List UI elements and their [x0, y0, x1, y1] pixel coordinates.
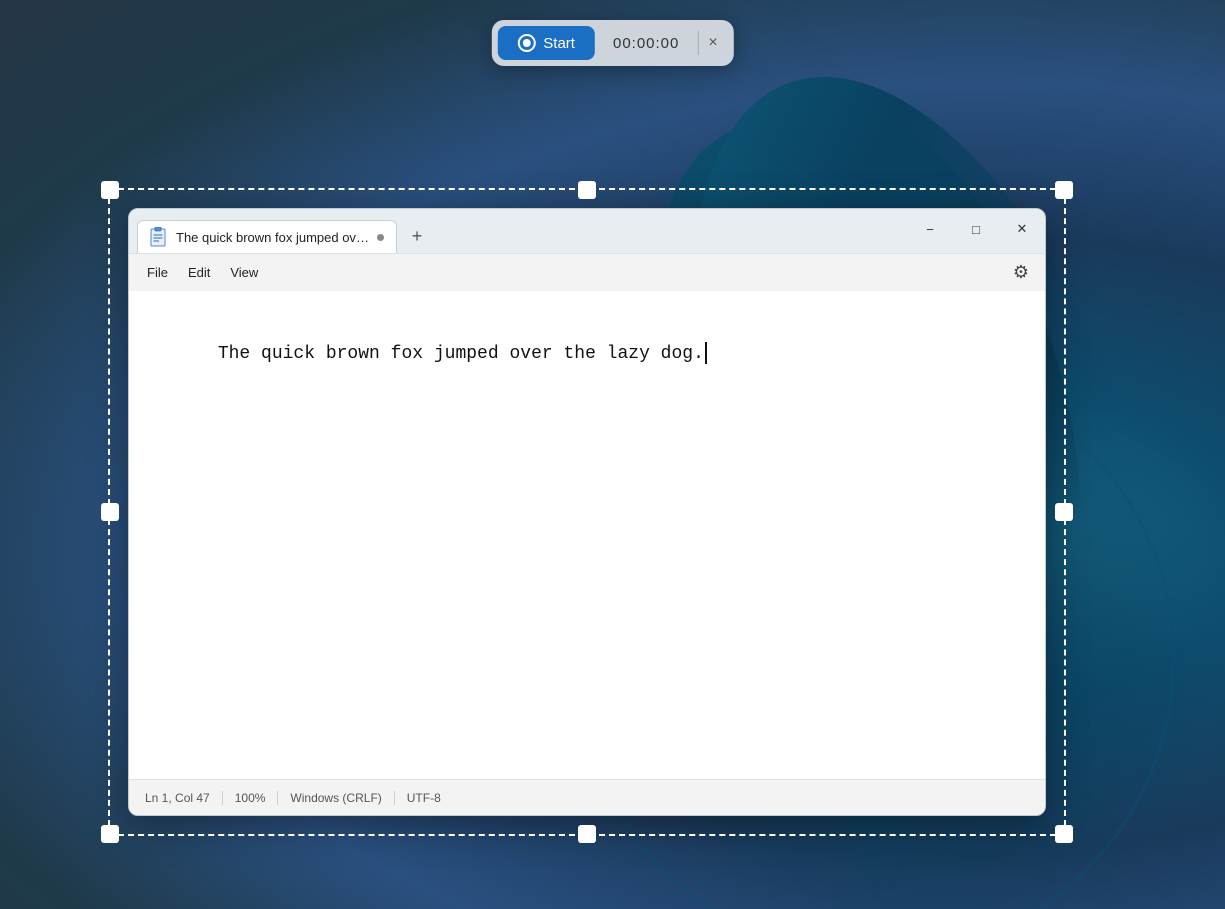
editor-text: The quick brown fox jumped over the lazy…: [218, 344, 704, 364]
tab-title: The quick brown fox jumped over t: [176, 230, 369, 245]
text-cursor: [705, 342, 707, 364]
menu-bar: File Edit View ⚙: [129, 253, 1045, 291]
maximize-button[interactable]: □: [953, 213, 999, 245]
zoom-level: 100%: [223, 791, 279, 805]
notepad-tab[interactable]: The quick brown fox jumped over t: [137, 220, 397, 253]
tab-area: The quick brown fox jumped over t +: [129, 209, 907, 253]
notepad-window: The quick brown fox jumped over t + − □ …: [128, 208, 1046, 816]
line-ending: Windows (CRLF): [278, 791, 394, 805]
editor-content[interactable]: The quick brown fox jumped over the lazy…: [153, 311, 1021, 397]
record-dot: [522, 39, 530, 47]
unsaved-dot: [377, 234, 384, 241]
recording-toolbar: Start 00:00:00 ×: [491, 20, 733, 66]
cursor-position: Ln 1, Col 47: [145, 791, 223, 805]
minimize-icon: −: [926, 222, 934, 237]
start-label: Start: [543, 35, 575, 52]
encoding: UTF-8: [395, 791, 453, 805]
minimize-button[interactable]: −: [907, 213, 953, 245]
start-button[interactable]: Start: [497, 26, 595, 60]
menu-file[interactable]: File: [137, 261, 178, 284]
status-bar: Ln 1, Col 47 100% Windows (CRLF) UTF-8: [129, 779, 1045, 815]
menu-view[interactable]: View: [220, 261, 268, 284]
new-tab-button[interactable]: +: [401, 220, 433, 252]
settings-button[interactable]: ⚙: [1005, 258, 1037, 287]
maximize-icon: □: [972, 222, 980, 237]
close-toolbar-button[interactable]: ×: [698, 28, 727, 58]
title-bar: The quick brown fox jumped over t + − □ …: [129, 209, 1045, 253]
record-icon: [517, 34, 535, 52]
editor-area[interactable]: The quick brown fox jumped over the lazy…: [129, 291, 1045, 779]
title-bar-top: The quick brown fox jumped over t + − □ …: [129, 209, 1045, 253]
gear-icon: ⚙: [1013, 262, 1029, 282]
close-button[interactable]: ✕: [999, 213, 1045, 245]
menu-edit[interactable]: Edit: [178, 261, 220, 284]
notepad-app-icon: [150, 227, 168, 247]
window-controls: − □ ✕: [907, 209, 1045, 253]
timer-display: 00:00:00: [595, 27, 697, 60]
close-icon: ✕: [1017, 221, 1028, 237]
close-toolbar-icon: ×: [708, 34, 717, 52]
plus-icon: +: [412, 226, 423, 247]
